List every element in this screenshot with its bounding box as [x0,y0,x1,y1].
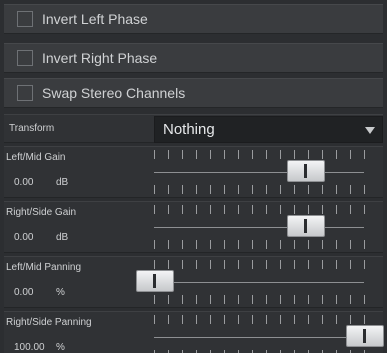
left-mid-gain-knob[interactable] [287,160,326,182]
left-mid-panning-label: Left/Mid Panning [6,262,82,273]
chevron-down-icon[interactable] [365,127,375,134]
left-mid-gain-row: Left/Mid Gain 0.00 dB [4,146,383,198]
slider-scale-bottom [154,185,378,194]
right-side-panning-track[interactable] [154,337,364,338]
swap-stereo-channels-row[interactable]: Swap Stereo Channels [4,78,383,108]
slider-scale-top [154,315,378,324]
swap-stereo-channels-checkbox[interactable] [17,85,33,101]
transform-select-value: Nothing [163,121,215,138]
right-side-panning-knob[interactable] [346,325,384,347]
transform-select[interactable]: Nothing [154,116,383,143]
transform-label: Transform [9,123,55,134]
swap-stereo-channels-label: Swap Stereo Channels [42,85,186,101]
slider-scale-top [154,260,378,269]
invert-left-phase-row[interactable]: Invert Left Phase [4,4,383,34]
right-side-gain-row: Right/Side Gain 0.00 dB [4,201,383,253]
slider-scale-bottom [154,295,378,304]
invert-left-phase-checkbox[interactable] [17,11,33,27]
slider-scale-top [154,205,378,214]
right-side-panning-row: Right/Side Panning 100.00 % [4,311,384,353]
right-side-gain-unit: dB [56,232,69,243]
invert-right-phase-label: Invert Right Phase [42,50,158,66]
right-side-panning-unit: % [56,342,65,353]
right-side-gain-knob[interactable] [287,215,326,237]
right-side-panning-label: Right/Side Panning [6,317,92,328]
right-side-gain-label: Right/Side Gain [6,207,77,218]
knob-grip [304,164,308,178]
left-mid-panning-unit: % [56,287,65,298]
right-side-panning-value[interactable]: 100.00 [14,342,45,353]
left-mid-gain-unit: dB [56,177,69,188]
left-mid-panning-knob[interactable] [136,270,174,292]
left-mid-panning-row: Left/Mid Panning 0.00 % [4,256,383,308]
left-mid-panning-value[interactable]: 0.00 [14,287,33,298]
knob-grip [153,274,156,288]
transform-row: Transform Nothing [4,114,383,143]
left-mid-gain-track[interactable] [154,172,364,173]
left-mid-gain-value[interactable]: 0.00 [14,177,33,188]
right-side-gain-value[interactable]: 0.00 [14,232,33,243]
slider-scale-bottom [154,240,378,249]
invert-left-phase-label: Invert Left Phase [42,11,148,27]
left-mid-panning-track[interactable] [154,282,364,283]
slider-scale-top [154,150,378,159]
invert-right-phase-row[interactable]: Invert Right Phase [4,43,383,73]
invert-right-phase-checkbox[interactable] [17,50,33,66]
knob-grip [363,329,366,343]
left-mid-gain-label: Left/Mid Gain [6,152,66,163]
knob-grip [304,219,308,233]
right-side-gain-track[interactable] [154,227,364,228]
